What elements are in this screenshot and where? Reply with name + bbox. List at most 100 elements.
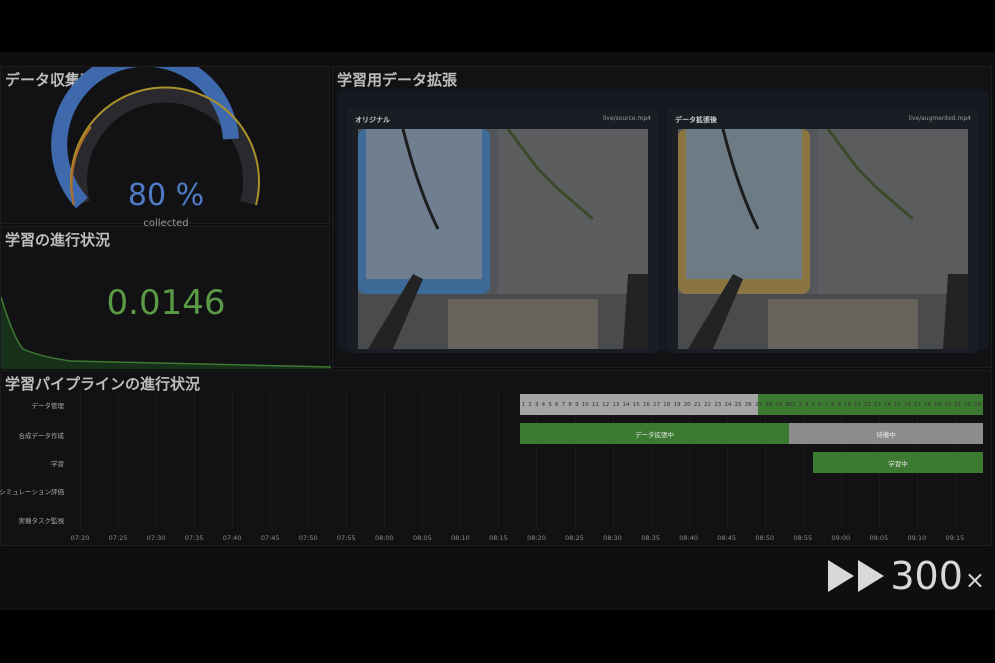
cell-label: 21 — [954, 401, 961, 408]
cell-label: 13 — [874, 401, 881, 408]
progress-value: 0.0146 — [106, 283, 226, 323]
video-original-path: live/source.mp4 — [603, 115, 651, 122]
cell-label: 27 — [754, 401, 762, 408]
cell-label: 14 — [884, 401, 891, 408]
cell-label: 2 — [528, 401, 532, 408]
cell-label: 23 — [974, 401, 981, 408]
time-tick: 08:50 — [755, 534, 775, 542]
cell-label: 8 — [568, 401, 572, 408]
cell-label: 22 — [704, 401, 712, 408]
grid-line — [346, 392, 348, 528]
cell-label: 15 — [632, 401, 640, 408]
time-tick: 09:15 — [945, 534, 965, 542]
cell-label: 14 — [622, 401, 630, 408]
augmented-frame — [678, 129, 968, 349]
speed-suffix: × — [964, 566, 985, 594]
cell-label: 7 — [824, 401, 829, 408]
lane-label: 学習 — [51, 460, 64, 468]
lane-label: 実機タスク監視 — [18, 517, 65, 525]
time-tick: 07:50 — [298, 534, 318, 542]
playback-speed: 300 × — [826, 554, 985, 598]
cell-label: 11 — [854, 401, 861, 408]
cell-label: 16 — [642, 401, 650, 408]
time-tick: 08:15 — [489, 534, 508, 542]
cell-label: 29 — [775, 401, 783, 408]
data-mgmt-cells-a: 1 2 3 4 5 6 7 8 9 10 11 12 13 14 15 16 17 18 19 20 21 22 23 24 2… — [520, 394, 794, 415]
augment-running-bar[interactable]: データ拡張中 — [520, 423, 789, 444]
time-tick: 08:10 — [451, 534, 470, 542]
cell-label: 1 — [785, 401, 790, 408]
cell-label: 6 — [555, 401, 559, 408]
time-tick: 08:00 — [374, 534, 394, 542]
cell-label: 19 — [934, 401, 941, 408]
lane-label: データ管理 — [31, 402, 65, 410]
cell-label: 11 — [591, 401, 599, 408]
cell-label: 22 — [964, 401, 971, 408]
gauge-value: 80 % — [127, 178, 205, 213]
cell-label: 20 — [944, 401, 951, 408]
cell-label: 13 — [612, 401, 620, 408]
waiting-bar[interactable]: 待機中 — [789, 423, 983, 444]
augment-panel: 学習用データ拡張 オリジナル live/source.mp4 データ拡張後 li… — [332, 66, 992, 368]
cell-label: 17 — [653, 401, 661, 408]
cell-label: 3 — [534, 401, 539, 408]
time-tick: 08:05 — [412, 534, 432, 542]
gauge-panel: データ収集率 80 % collected — [0, 66, 330, 229]
time-tick: 07:35 — [184, 534, 204, 542]
cell-label: 26 — [744, 401, 752, 408]
cell-label: 4 — [541, 401, 546, 408]
grid-line — [308, 392, 310, 528]
lane-label: シミュレーション評価 — [0, 488, 64, 496]
time-tick: 07:55 — [336, 534, 356, 542]
grid-line — [80, 392, 81, 528]
video-original-label: オリジナル — [355, 116, 390, 124]
cell-label: 18 — [663, 401, 671, 408]
cell-label: 5 — [548, 401, 552, 408]
pipeline-title: 学習パイプラインの進行状況 — [5, 375, 201, 393]
cell-label: 7 — [561, 401, 566, 408]
cell-label: 2 — [792, 401, 796, 408]
video-original[interactable]: オリジナル live/source.mp4 — [347, 107, 659, 353]
cell-label: 5 — [811, 401, 816, 408]
cell-label: 8 — [831, 401, 835, 408]
cell-label: 17 — [914, 401, 921, 408]
lane-label: 合成データ作成 — [18, 432, 65, 440]
cell-label: 3 — [798, 401, 803, 408]
grid-line — [270, 392, 272, 528]
time-tick: 07:25 — [108, 534, 128, 542]
cell-label: 20 — [683, 401, 691, 408]
cell-label: 16 — [904, 401, 911, 408]
cell-label: 9 — [575, 401, 579, 408]
grid-line — [194, 392, 196, 528]
grid-line — [498, 392, 500, 528]
training-bar[interactable]: 学習中 — [813, 452, 983, 473]
cell-label: 1 — [521, 401, 526, 408]
cell-label: 6 — [818, 401, 822, 408]
grid-line — [384, 392, 386, 528]
grid-line — [422, 392, 424, 528]
time-tick: 07:20 — [70, 534, 90, 542]
video-augmented-label: データ拡張後 — [675, 116, 717, 124]
cell-label: 10 — [581, 401, 589, 408]
time-tick: 07:40 — [222, 534, 242, 542]
time-tick: 08:55 — [793, 534, 813, 542]
time-tick: 08:35 — [641, 534, 660, 542]
time-tick: 09:05 — [869, 534, 889, 542]
grid-line — [460, 392, 462, 528]
time-tick: 08:30 — [603, 534, 622, 542]
original-frame — [358, 129, 648, 349]
cell-label: 25 — [734, 401, 742, 408]
video-augmented-path: live/augmented.mp4 — [908, 115, 971, 122]
time-tick: 08:45 — [717, 534, 737, 542]
time-tick: 08:25 — [565, 534, 584, 542]
augment-title: 学習用データ拡張 — [337, 71, 458, 89]
grid-line — [156, 392, 158, 528]
cell-label: 9 — [837, 401, 842, 408]
cell-label: 18 — [924, 401, 931, 408]
cell-label: 4 — [805, 401, 809, 408]
time-tick: 09:10 — [907, 534, 927, 542]
grid-line — [232, 392, 234, 528]
time-tick: 08:40 — [679, 534, 698, 542]
video-augmented[interactable]: データ拡張後 live/augmented.mp4 — [667, 107, 979, 353]
cell-label: 12 — [602, 401, 610, 408]
